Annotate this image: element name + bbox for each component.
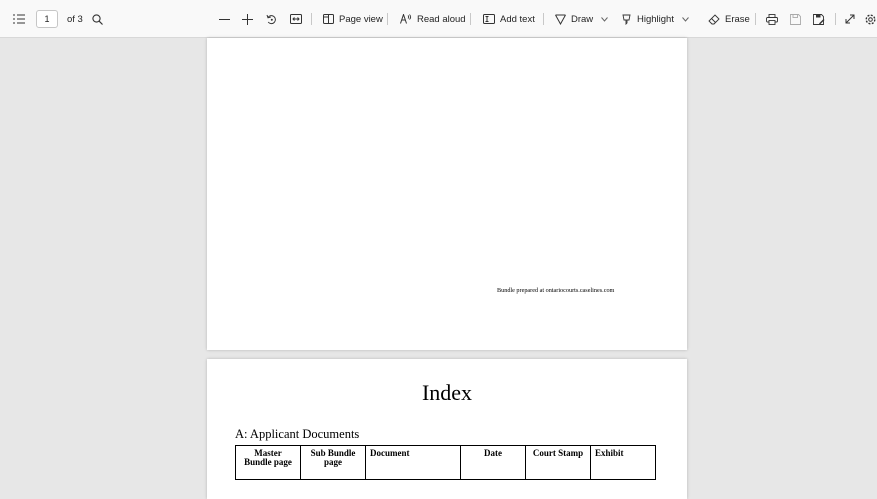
read-aloud-label: Read aloud	[417, 13, 466, 25]
zoom-out-icon	[219, 18, 230, 20]
highlight-label: Highlight	[637, 13, 674, 25]
save-as-icon	[813, 13, 825, 25]
print-icon	[766, 13, 778, 25]
add-text-icon	[483, 14, 495, 24]
page-count: of 3	[67, 13, 83, 25]
column-header-document: Document	[365, 445, 461, 480]
fit-page-icon	[290, 14, 302, 24]
column-header-sub-bundle-page: Sub Bundle page	[300, 445, 366, 480]
fit-page-button[interactable]	[290, 0, 302, 38]
highlight-chevron-down-icon[interactable]	[682, 16, 689, 22]
settings-icon	[865, 13, 876, 25]
read-aloud-icon	[400, 14, 412, 24]
page-view-icon	[323, 14, 334, 24]
page-view-button[interactable]: Page view	[323, 0, 383, 38]
pdf-page-2: Index A: Applicant Documents Master Bund…	[207, 359, 687, 499]
page-view-label: Page view	[339, 13, 383, 25]
save-icon	[790, 13, 801, 25]
rotate-button[interactable]	[266, 0, 277, 38]
column-header-court-stamp: Court Stamp	[525, 445, 591, 480]
bundle-footer-note: Bundle prepared at ontariocourts.caselin…	[497, 287, 615, 294]
search-icon	[92, 13, 103, 25]
zoom-out-button[interactable]	[219, 0, 230, 38]
zoom-in-button[interactable]	[242, 0, 253, 38]
print-button[interactable]	[766, 0, 778, 38]
fullscreen-icon	[845, 14, 855, 24]
search-button[interactable]	[92, 0, 103, 38]
draw-button[interactable]: Draw	[555, 0, 609, 38]
highlight-icon	[622, 14, 631, 25]
contents-icon	[13, 14, 25, 24]
highlight-button[interactable]: Highlight	[621, 0, 689, 38]
index-table: Master Bundle page Sub Bundle page Docum…	[235, 445, 656, 480]
index-title: Index	[421, 380, 473, 405]
pdf-page-1: Bundle prepared at ontariocourts.caselin…	[207, 38, 687, 350]
column-header-master-bundle-page: Master Bundle page	[235, 445, 301, 480]
zoom-in-icon	[242, 13, 253, 25]
save-button[interactable]	[790, 0, 801, 38]
save-as-button[interactable]	[813, 0, 825, 38]
contents-button[interactable]	[13, 0, 25, 38]
fullscreen-button[interactable]	[845, 0, 855, 38]
draw-icon	[555, 14, 566, 25]
rotate-icon	[266, 14, 276, 24]
table-header-row: Master Bundle page Sub Bundle page Docum…	[235, 445, 656, 480]
erase-icon	[708, 13, 720, 24]
column-header-exhibit: Exhibit	[590, 445, 656, 480]
section-heading: A: Applicant Documents	[235, 427, 360, 441]
pdf-toolbar: 1 of 3 Page view Read aloud Add text Dra…	[0, 0, 877, 38]
add-text-label: Add text	[500, 13, 535, 25]
add-text-button[interactable]: Add text	[483, 0, 535, 38]
draw-chevron-down-icon[interactable]	[601, 16, 609, 22]
draw-label: Draw	[571, 13, 594, 25]
settings-button[interactable]	[865, 0, 876, 38]
read-aloud-button[interactable]: Read aloud	[400, 0, 466, 38]
erase-label: Erase	[725, 13, 750, 25]
erase-button[interactable]: Erase	[708, 0, 750, 38]
column-header-date: Date	[460, 445, 526, 480]
page-number-input[interactable]: 1	[36, 10, 58, 28]
